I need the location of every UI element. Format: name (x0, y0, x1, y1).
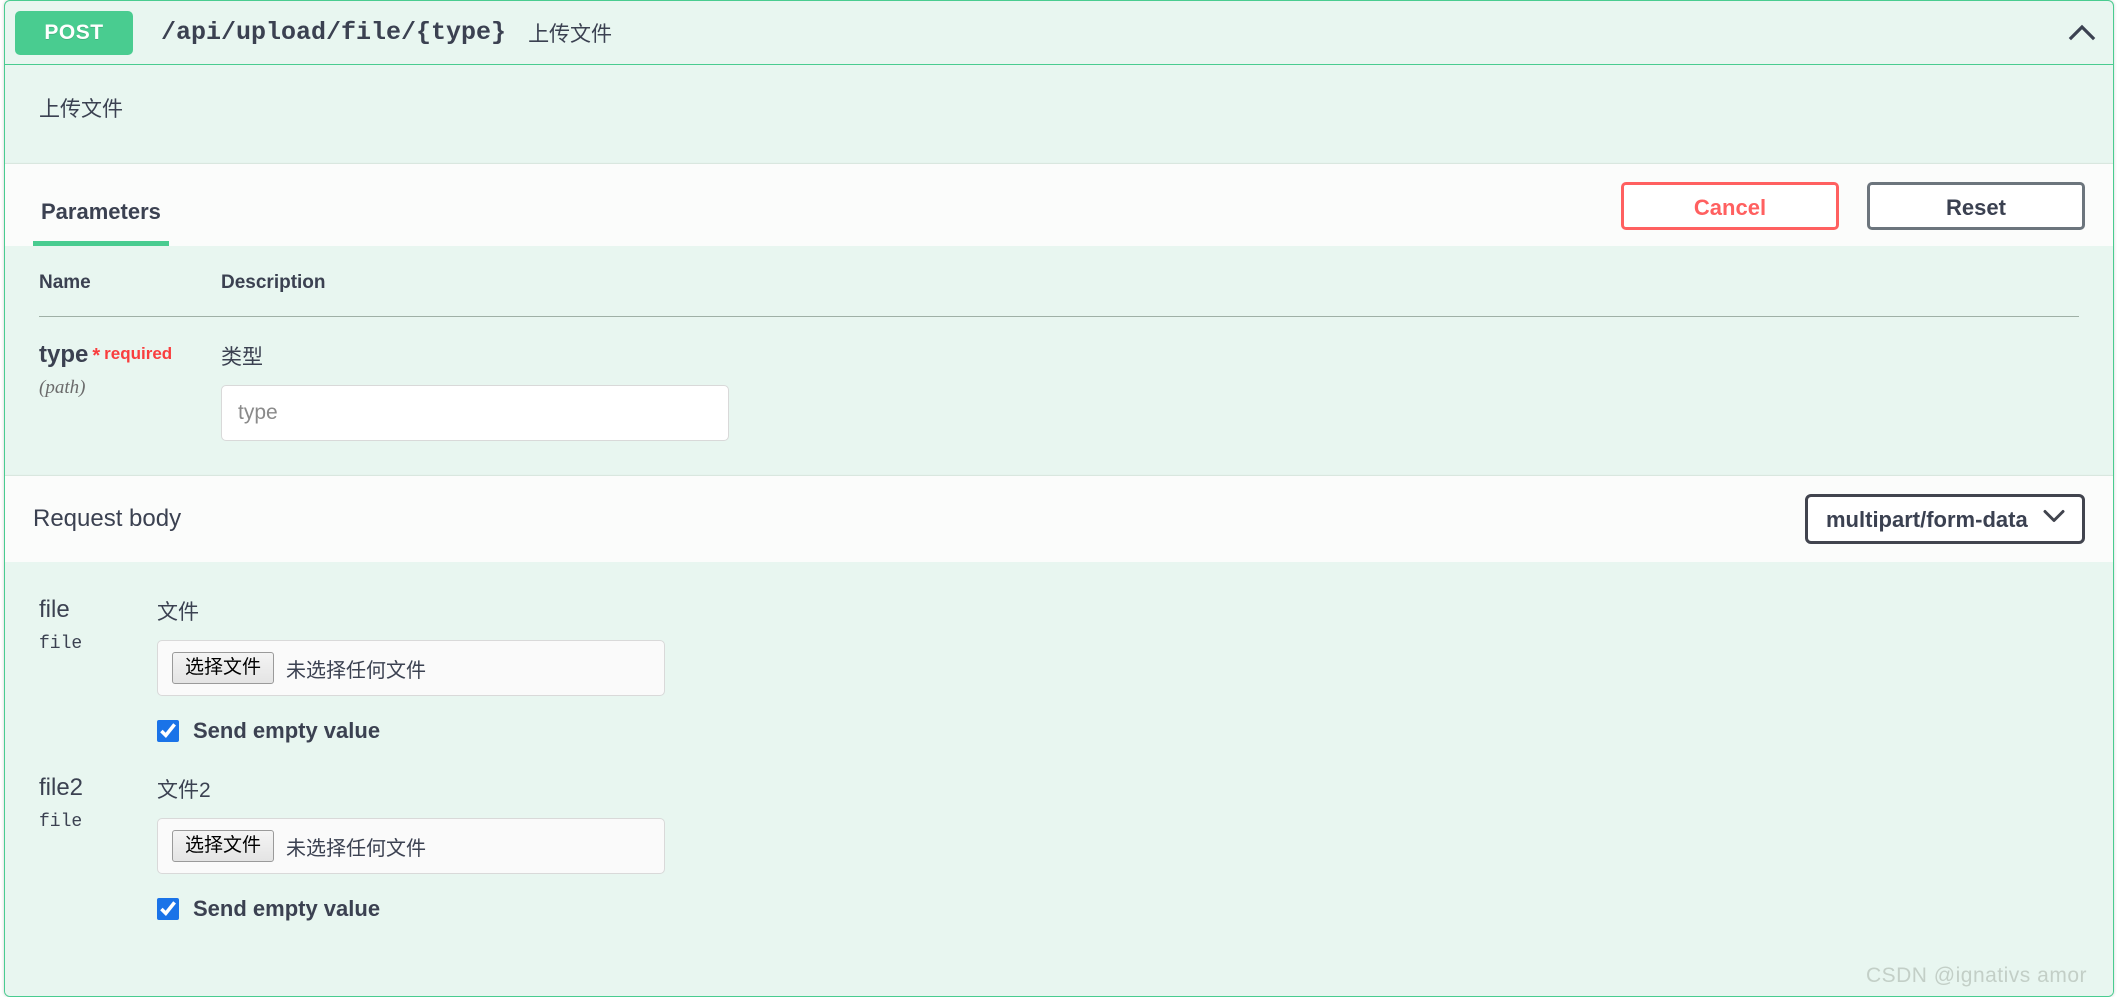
operation-summary-text: 上传文件 (528, 22, 613, 46)
request-body-title: Request body (33, 505, 182, 532)
choose-file-button[interactable]: 选择文件 (172, 829, 275, 863)
chevron-up-icon[interactable] (2065, 16, 2099, 50)
cancel-button[interactable]: Cancel (1621, 182, 1839, 230)
tab-row: Parameters (33, 174, 169, 246)
required-label: required (104, 344, 173, 363)
type-input[interactable] (221, 385, 729, 441)
request-body-fields-wrap: file file 文件 选择文件 未选择任何文件 Send empty val… (5, 562, 2113, 996)
operation-block: POST /api/upload/file/{type} 上传文件 上传文件 P… (4, 0, 2114, 997)
parameter-name-cell: type * required (path) (39, 317, 221, 442)
parameter-name: type (39, 341, 89, 368)
request-body-header: Request body multipart/form-data (5, 475, 2113, 562)
table-row: type * required (path) 类型 (39, 317, 2079, 442)
watermark: CSDN @ignativs amor (1865, 964, 2087, 987)
file-status-text: 未选择任何文件 (286, 659, 427, 682)
send-empty-label-file[interactable]: Send empty value (193, 718, 380, 744)
content-type-select[interactable]: multipart/form-data (1805, 494, 2085, 544)
body-field-value-cell: 文件 选择文件 未选择任何文件 Send empty value (157, 596, 2079, 774)
column-header-description: Description (221, 272, 2079, 317)
column-header-name: Name (39, 272, 221, 317)
file-input-file[interactable]: 选择文件 未选择任何文件 (157, 640, 665, 696)
body-field-value-cell: 文件2 选择文件 未选择任何文件 Send empty value (157, 774, 2079, 952)
choose-file-button[interactable]: 选择文件 (172, 651, 275, 685)
http-method-badge: POST (15, 10, 133, 55)
parameters-table-header-row: Name Description (39, 272, 2079, 317)
body-field-name-cell: file file (39, 596, 157, 774)
tab-parameters[interactable]: Parameters (33, 199, 169, 246)
body-field-type: file (39, 634, 83, 654)
table-row: file file 文件 选择文件 未选择任何文件 Send empty val… (39, 596, 2079, 774)
action-button-row: Cancel Reset (1621, 182, 2085, 238)
file-input-file2[interactable]: 选择文件 未选择任何文件 (157, 818, 665, 874)
send-empty-checkbox-file2[interactable] (157, 898, 179, 920)
body-field-description: 文件 (157, 601, 199, 624)
body-field-description: 文件2 (157, 779, 211, 802)
send-empty-checkbox-file[interactable] (157, 720, 179, 742)
operation-path: /api/upload/file/{type} (161, 18, 507, 47)
parameter-description: 类型 (221, 346, 263, 369)
parameters-section-header: Parameters Cancel Reset (5, 163, 2113, 246)
send-empty-label-file2[interactable]: Send empty value (193, 896, 380, 922)
send-empty-row-file: Send empty value (157, 718, 2079, 744)
request-body-table: file file 文件 选择文件 未选择任何文件 Send empty val… (39, 596, 2079, 952)
body-field-name: file (39, 596, 70, 623)
send-empty-row-file2: Send empty value (157, 896, 2079, 922)
parameter-location: (path) (39, 377, 86, 398)
required-star-icon: * (92, 345, 101, 367)
operation-summary-bar[interactable]: POST /api/upload/file/{type} 上传文件 (5, 1, 2113, 65)
reset-button[interactable]: Reset (1867, 182, 2085, 230)
content-type-select-wrap: multipart/form-data (1805, 494, 2085, 544)
parameters-table: Name Description type * required (path) 类型 (39, 272, 2079, 441)
body-field-name: file2 (39, 774, 84, 801)
parameter-description-cell: 类型 (221, 317, 2079, 441)
file-status-text: 未选择任何文件 (286, 837, 427, 860)
operation-description: 上传文件 (5, 65, 2113, 163)
body-field-name-cell: file2 file (39, 774, 157, 952)
parameters-table-wrap: Name Description type * required (path) 类型 (5, 246, 2113, 475)
body-field-type: file (39, 812, 83, 832)
table-row: file2 file 文件2 选择文件 未选择任何文件 Send empty v… (39, 774, 2079, 952)
